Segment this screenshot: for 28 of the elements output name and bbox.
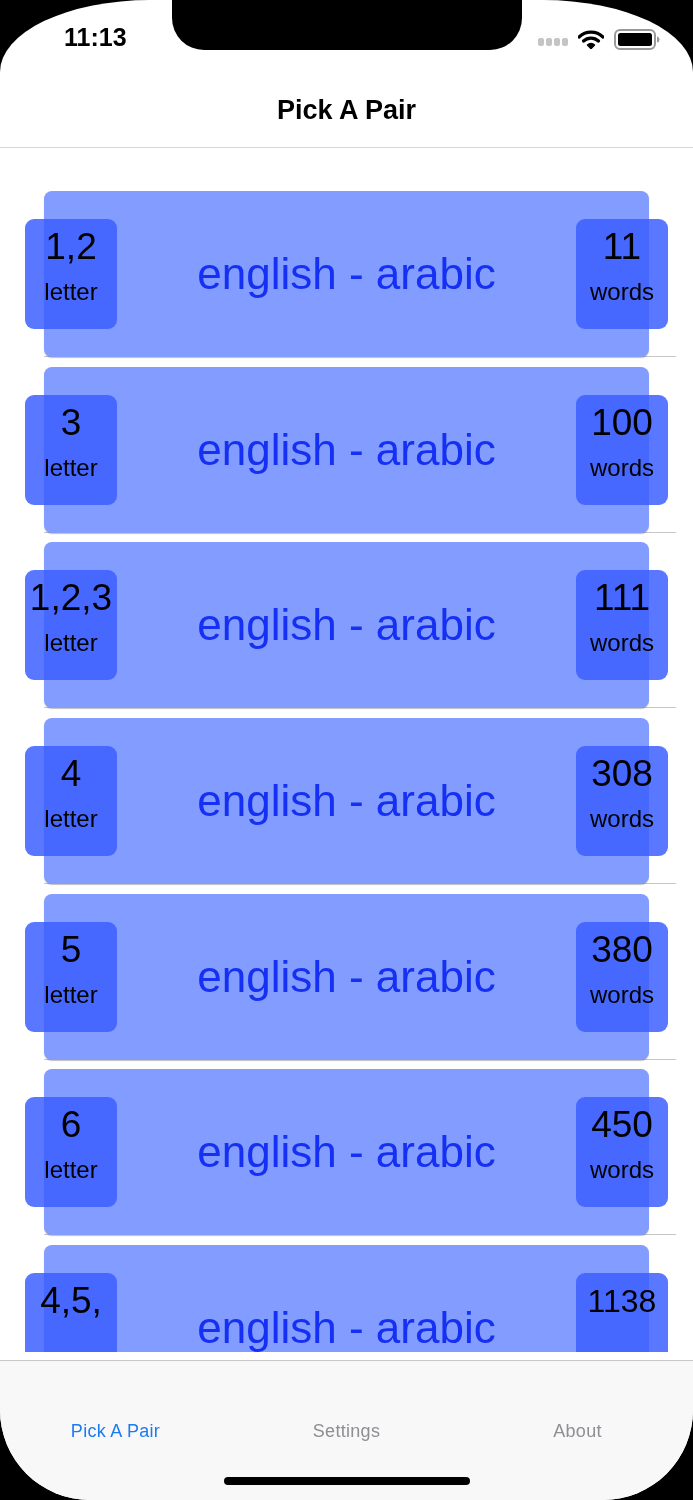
letters-label: letter: [44, 1156, 98, 1185]
letters-label: letter: [44, 980, 98, 1009]
letters-label: letter: [44, 278, 98, 306]
letters-value: 6: [60, 1105, 82, 1146]
tab-item[interactable]: About: [553, 1409, 602, 1453]
pair-title: english - arabic: [197, 249, 496, 299]
letters-label: letter: [44, 805, 98, 834]
letters-label: letter: [44, 629, 98, 658]
pair-title: english - arabic: [197, 1127, 496, 1178]
words-count: 111: [593, 578, 651, 619]
pair-title: english - arabic: [197, 1303, 496, 1352]
signal-dots-icon: [538, 38, 568, 46]
pair-title: english - arabic: [197, 951, 496, 1002]
status-time: 11:13: [64, 22, 127, 52]
letters-value: 4: [60, 754, 82, 795]
letters-label: letter: [44, 453, 98, 482]
letters-value: 1,2: [45, 227, 97, 267]
wifi-icon: [578, 29, 604, 49]
letters-value: 5: [60, 929, 82, 970]
tab-item[interactable]: Settings: [312, 1409, 381, 1453]
letters-value: 3: [60, 402, 82, 443]
battery-icon: [614, 28, 660, 50]
pair-title: english - arabic: [197, 776, 496, 827]
nav-title: Pick A Pair: [276, 95, 417, 126]
words-count: 11: [602, 227, 642, 267]
pair-title: english - arabic: [197, 600, 496, 651]
pair-title: english - arabic: [197, 424, 496, 475]
tab-item[interactable]: Pick A Pair: [70, 1409, 161, 1453]
